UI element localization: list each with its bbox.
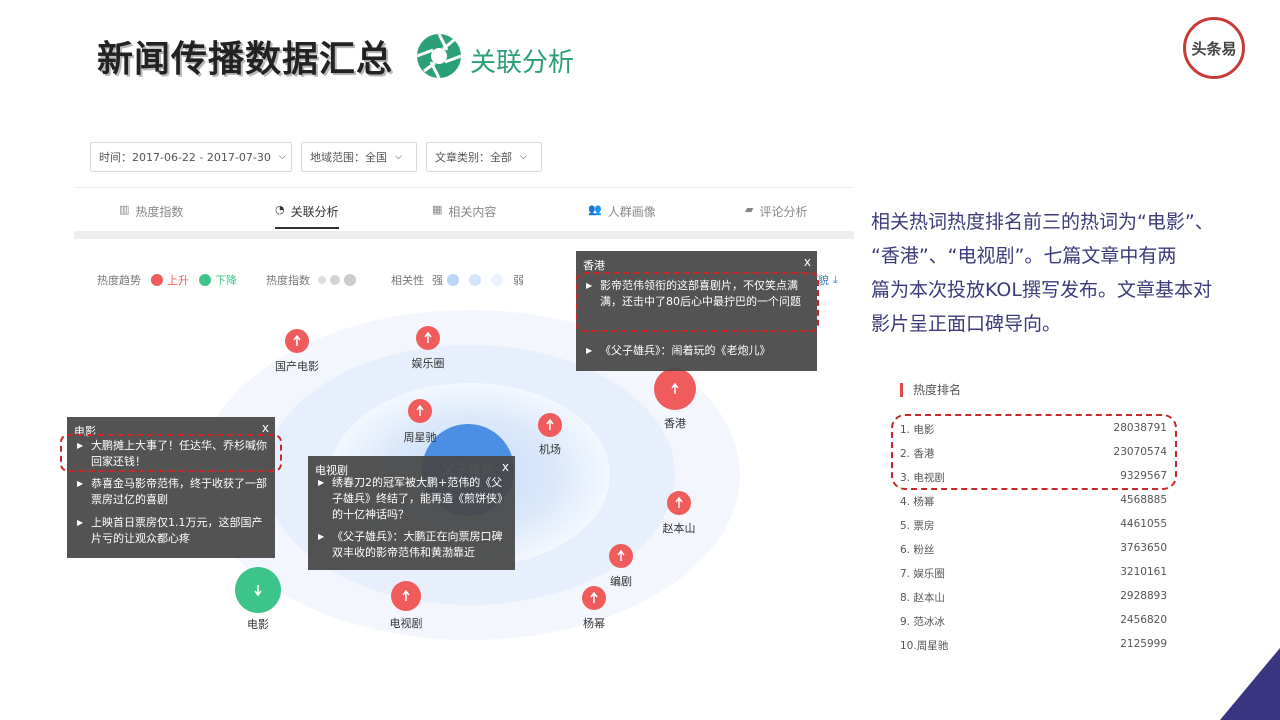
analysis-description: 相关热词热度排名前三的热词为“电影”、 “香港”、“电视剧”。七篇文章中有两 篇… (871, 205, 1271, 341)
node-label[interactable]: 电视剧 (390, 615, 423, 631)
ranking-row: 6. 粉丝 3763650 (900, 542, 1167, 560)
ranking-row: 8. 赵本山 2928893 (900, 590, 1167, 608)
popup-article-link[interactable]: 《父子雄兵》：闹着玩的《老炮儿》 (586, 343, 811, 359)
ranking-value: 3210161 (1120, 566, 1167, 578)
ranking-name: 6. 粉丝 (900, 544, 935, 556)
description-line: “香港”、“电视剧”。七篇文章中有两 (871, 245, 1177, 267)
ranking-row: 4. 杨幂 4568885 (900, 494, 1167, 512)
ranking-title: 热度排名 (900, 383, 961, 397)
ranking-value: 4568885 (1120, 494, 1167, 506)
ranking-value: 2456820 (1120, 614, 1167, 626)
node-label[interactable]: 周星驰 (404, 429, 437, 445)
popup-article-link[interactable]: 《父子雄兵》：大鹏正在向票房口碑双丰收的影帝范伟和黄渤靠近 (318, 529, 510, 561)
ranking-row: 10.周星驰 2125999 (900, 638, 1167, 656)
ranking-value: 3763650 (1120, 542, 1167, 554)
node-label[interactable]: 国产电影 (275, 358, 319, 374)
node-label[interactable]: 娱乐圈 (412, 355, 445, 371)
close-icon[interactable]: x (502, 460, 509, 474)
description-line: 影片呈正面口碑导向。 (871, 313, 1062, 335)
close-icon[interactable]: x (262, 421, 269, 435)
node-label[interactable]: 赵本山 (663, 520, 696, 536)
ranking-row: 7. 娱乐圈 3210161 (900, 566, 1167, 584)
ranking-name: 9. 范冰冰 (900, 616, 945, 628)
close-icon[interactable]: x (804, 255, 811, 269)
ranking-name: 10.周星驰 (900, 640, 949, 652)
ranking-value: 2125999 (1120, 638, 1167, 650)
ranking-row: 9. 范冰冰 2456820 (900, 614, 1167, 632)
popup-article-link[interactable]: 绣春刀2的冠军被大鹏+范伟的《父子雄兵》终结了，能再造《煎饼侠》的十亿神话吗？ (318, 475, 510, 523)
node-label[interactable]: 机场 (539, 441, 561, 457)
node-label[interactable]: 杨幂 (583, 615, 605, 631)
description-line: 相关热词热度排名前三的热词为“电影”、 (871, 211, 1214, 233)
ranking-value: 2928893 (1120, 590, 1167, 602)
popup-article-link[interactable]: 上映首日票房仅1.1万元，这部国产片亏的让观众都心疼 (77, 515, 267, 547)
description-line: 篇为本次投放KOL撰写发布。文章基本对 (871, 279, 1212, 301)
ranking-value: 4461055 (1120, 518, 1167, 530)
ranking-row: 5. 票房 4461055 (900, 518, 1167, 536)
popup-title: 香港 (583, 259, 605, 272)
ranking-name: 4. 杨幂 (900, 496, 935, 508)
highlight-dashed-box (576, 272, 819, 332)
node-label[interactable]: 香港 (664, 415, 686, 431)
ranking-name: 8. 赵本山 (900, 592, 945, 604)
top3-dashed-box (891, 414, 1177, 490)
popup-tv: 电视剧 x 绣春刀2的冠军被大鹏+范伟的《父子雄兵》终结了，能再造《煎饼侠》的十… (308, 456, 515, 570)
ranking-name: 5. 票房 (900, 520, 935, 532)
highlight-dashed-box (60, 434, 282, 472)
node-label[interactable]: 电影 (247, 616, 269, 632)
popup-article-link[interactable]: 恭喜金马影帝范伟，终于收获了一部票房过亿的喜剧 (77, 476, 267, 508)
ranking-name: 7. 娱乐圈 (900, 568, 945, 580)
node-label[interactable]: 编剧 (610, 573, 632, 589)
